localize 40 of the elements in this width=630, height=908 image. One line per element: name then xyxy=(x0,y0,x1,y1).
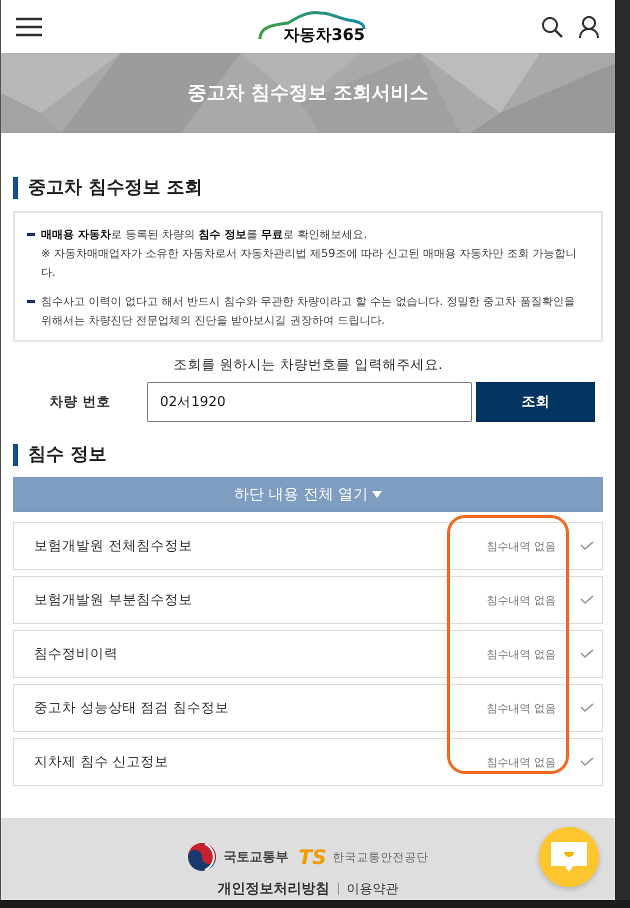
emblem-icon xyxy=(187,842,218,872)
accordion-item[interactable]: 지차제 침수 신고정보 침수내역 없음 xyxy=(13,738,603,786)
plate-input[interactable]: 02서1920 xyxy=(147,382,472,422)
accordion-item[interactable]: 보험개발원 전체침수정보 침수내역 없음 xyxy=(13,522,603,570)
footer-link[interactable]: 개인정보처리방침 xyxy=(218,880,330,898)
logo[interactable]: 자동차365 xyxy=(258,4,366,48)
status-text: 침수내역 없음 xyxy=(486,592,556,608)
field-label: 차량 번호 xyxy=(48,393,112,411)
status-text: 침수내역 없음 xyxy=(486,538,556,554)
check-icon xyxy=(580,541,594,551)
check-icon xyxy=(580,703,594,713)
accordion-item[interactable]: 보험개발원 부분침수정보 침수내역 없음 xyxy=(13,576,603,624)
check-icon xyxy=(580,757,594,767)
notice-text: 침수사고 이력이 없다고 해서 반드시 침수와 무관한 차량이라고 할 수는 없습니다. 정밀한 중고차 품질확인을 위해서는 차량진단 전문업체의 진단을 받아보시길 권장하여 드립니다. xyxy=(41,294,576,329)
ministry-name: 국토교통부 xyxy=(223,849,288,866)
scrollbar[interactable] xyxy=(615,0,630,900)
section-title: 침수 정보 xyxy=(13,444,603,466)
accordion-item[interactable]: 침수정비이력 침수내역 없음 xyxy=(13,630,603,678)
bullet-icon xyxy=(27,233,35,236)
footer-link[interactable]: 이용약관 xyxy=(346,880,398,898)
check-icon xyxy=(580,649,594,659)
user-icon[interactable] xyxy=(579,16,599,38)
check-icon xyxy=(580,595,594,605)
menu-icon[interactable] xyxy=(16,16,42,36)
prompt-text: 조회를 원하시는 차량번호를 입력해주세요. xyxy=(172,356,444,374)
notice-note: ※ 자동차매매업자가 소유한 자동차로서 자동차관리법 제59조에 따라 신고된 매매용 자동차만 조회 가능합니다. xyxy=(41,246,578,281)
notice-text: 매매용 자동차로 등록된 차량의 침수 정보를 무료로 확인해보세요. xyxy=(41,227,368,243)
status-text: 침수내역 없음 xyxy=(486,754,556,770)
bullet-icon xyxy=(27,300,35,303)
caret-icon xyxy=(372,491,382,498)
chat-icon xyxy=(549,840,589,874)
status-text: 침수내역 없음 xyxy=(486,646,556,662)
search-icon[interactable] xyxy=(541,16,563,38)
section-title: 중고차 침수정보 조회 xyxy=(13,177,603,199)
page-title: 중고차 침수정보 조회서비스 xyxy=(187,81,429,106)
accordion-item[interactable]: 중고차 성능상태 점검 침수정보 침수내역 없음 xyxy=(13,684,603,732)
agency-logo-mark: TS xyxy=(298,845,327,869)
agency-name: 한국교통안전공단 xyxy=(332,850,429,864)
status-text: 침수내역 없음 xyxy=(486,700,556,716)
search-button[interactable]: 조회 xyxy=(476,382,595,422)
